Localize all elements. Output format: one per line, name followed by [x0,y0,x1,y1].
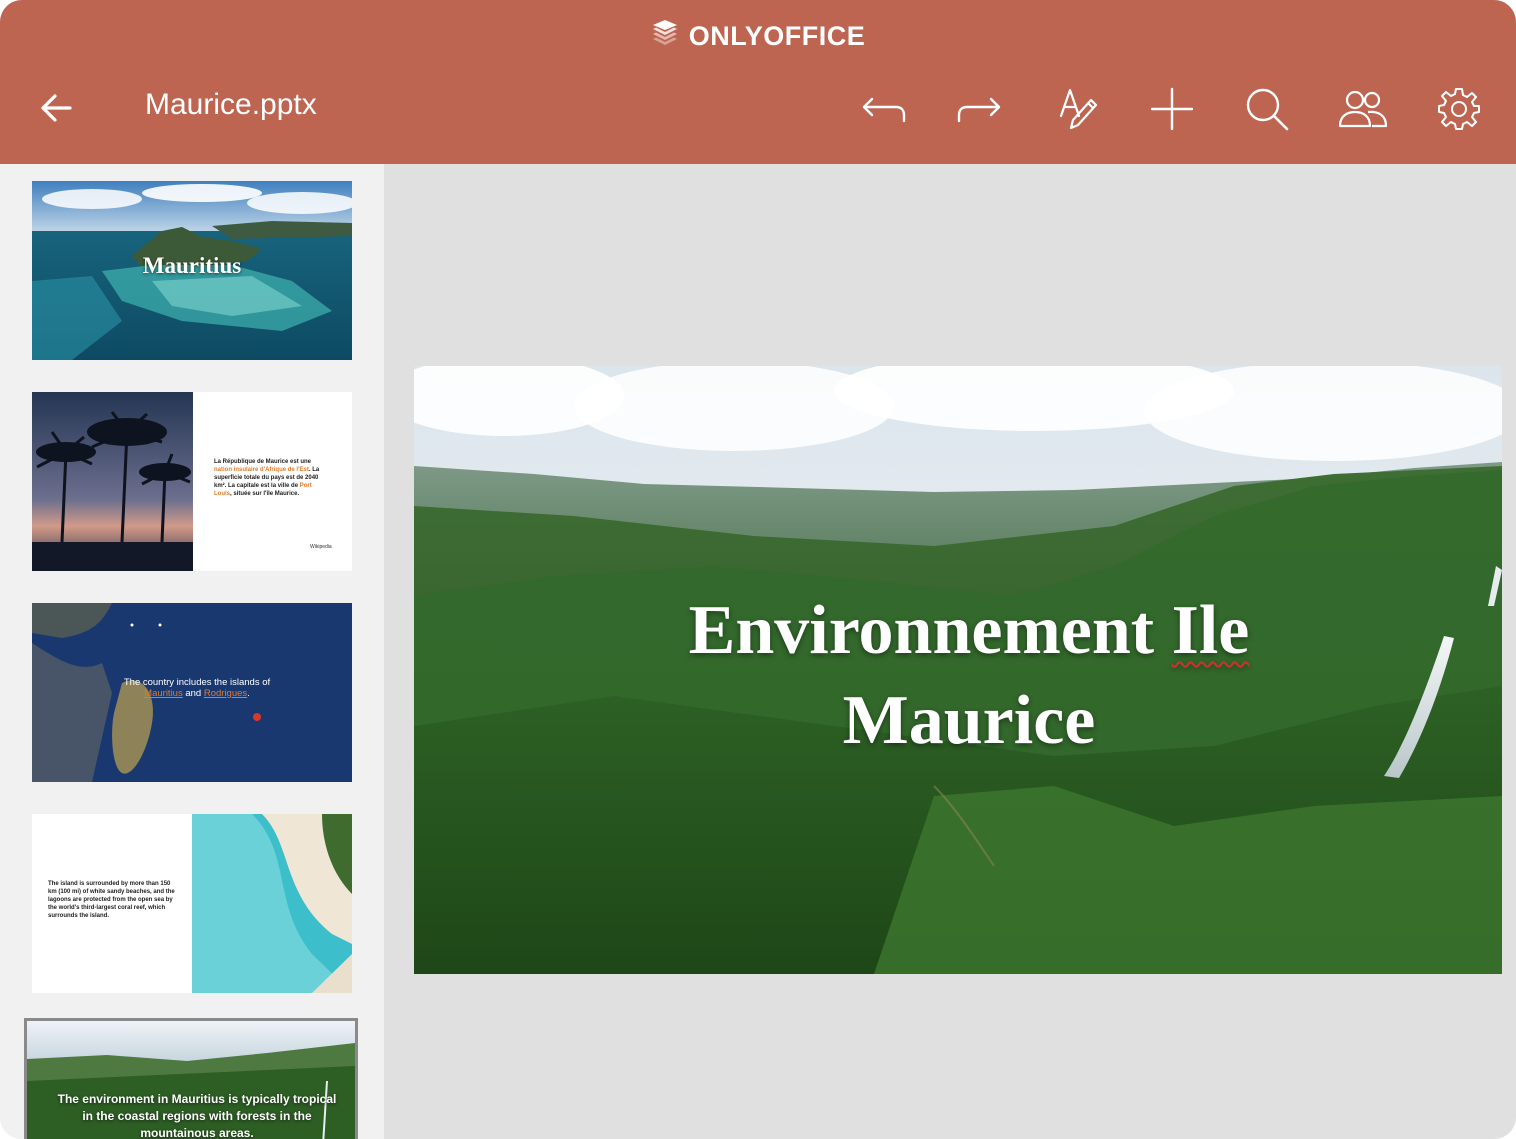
search-button[interactable] [1242,84,1292,134]
brand-name: ONLYOFFICE [688,21,866,51]
text-edit-icon [1059,88,1098,130]
search-icon [1246,88,1289,131]
settings-button[interactable] [1434,84,1484,134]
spellcheck-underlined-word: Ile [1171,592,1250,669]
slide-thumbnail-3[interactable]: The country includes the islands of Maur… [32,603,352,782]
slide-thumbnail-2[interactable]: La République de Maurice est une nation … [32,392,352,571]
add-button[interactable] [1147,84,1197,134]
current-slide[interactable]: Environnement Ile Maurice [414,366,1502,974]
app-window: ONLYOFFICE Maurice.pptx Mauritius La Rép… [0,0,1516,1139]
brand: ONLYOFFICE [0,20,1516,53]
slide-title[interactable]: Environnement Ile Maurice [414,586,1502,766]
thumbnail-2-text: La République de Maurice est une nation … [214,459,320,497]
collaboration-button[interactable] [1338,84,1388,134]
plus-icon [1150,87,1194,131]
arrow-left-icon [41,94,72,122]
undo-icon [862,97,906,123]
document-title: Maurice.pptx [145,88,317,121]
slide-title-line-2: Maurice [842,682,1096,759]
slide-thumbnail-1[interactable]: Mauritius [32,181,352,360]
redo-icon [957,97,1001,123]
thumbnail-1-title: Mauritius [142,253,242,278]
app-header: ONLYOFFICE Maurice.pptx [0,0,1516,164]
thumbnail-5-text: The environment in Mauritius is typicall… [57,1092,337,1139]
redo-button[interactable] [954,84,1004,134]
undo-button[interactable] [859,84,909,134]
gear-icon [1438,88,1480,130]
slide-thumbnail-5[interactable]: The environment in Mauritius is typicall… [24,1018,358,1139]
onlyoffice-logo-icon [651,20,679,53]
back-button[interactable] [34,86,78,130]
slide-thumbnail-4[interactable]: The island is surrounded by more than 15… [32,814,352,993]
thumbnail-2-footer: Wikipedia [310,544,332,550]
slide-title-line-1: Environnement Ile [688,592,1250,669]
format-button[interactable] [1051,84,1101,134]
thumbnail-3-text: The country includes the islands of Maur… [123,677,271,699]
toolbar: Maurice.pptx [0,70,1516,146]
slide-thumbnails-panel: Mauritius La République de Maurice est u… [0,164,384,1139]
thumbnail-4-text: The island is surrounded by more than 15… [48,881,175,919]
users-icon [1338,90,1388,128]
panel-gutter [0,164,24,1139]
